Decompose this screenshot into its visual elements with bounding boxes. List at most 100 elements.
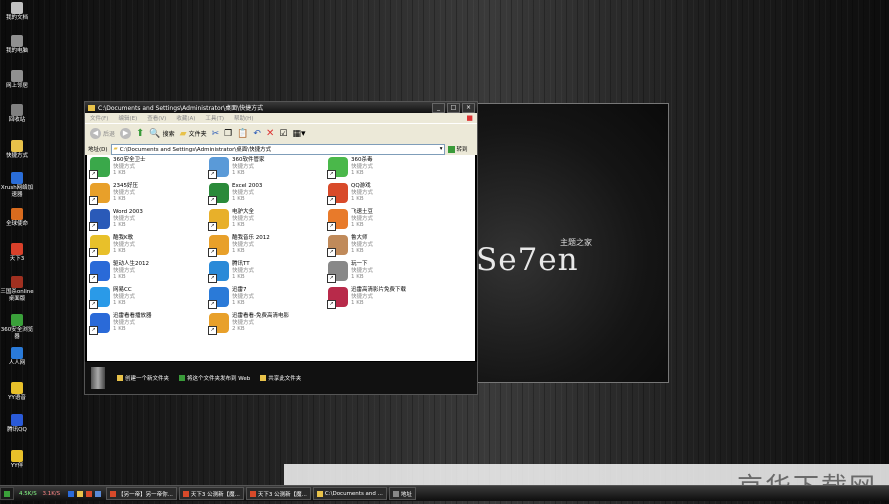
minimize-button[interactable]: _ (432, 102, 445, 113)
file-item[interactable]: ↗ 迅雷7 快捷方式 1 KB (208, 287, 324, 313)
desktop-icon[interactable]: 网上邻居 (0, 70, 34, 90)
file-item[interactable]: ↗ 迅雷看看-免费高清电影 快捷方式 2 KB (208, 313, 324, 339)
file-item[interactable]: ↗ 360软件管家 快捷方式 1 KB (208, 157, 324, 183)
address-field[interactable]: ▰ C:\Documents and Settings\Administrato… (110, 143, 445, 155)
desktop-icon-label: 腾讯QQ (7, 427, 27, 433)
explorer-window[interactable]: C:\Documents and Settings\Administrator\… (84, 101, 478, 395)
file-item[interactable]: ↗ Excel 2003 快捷方式 1 KB (208, 183, 324, 209)
window-titlebar[interactable]: C:\Documents and Settings\Administrator\… (85, 102, 477, 113)
desktop-icon[interactable]: Xrush网络加速器 (0, 172, 34, 198)
file-item[interactable]: ↗ 360安全卫士 快捷方式 1 KB (89, 157, 205, 183)
delete-icon[interactable]: ✕ (266, 128, 274, 139)
file-item[interactable]: ↗ 网易CC 快捷方式 1 KB (89, 287, 205, 313)
file-item[interactable]: ↗ 迅雷高清影片免费下载 快捷方式 1 KB (327, 287, 443, 313)
desktop-icon[interactable] (95, 490, 102, 497)
file-size: 1 KB (351, 170, 364, 176)
taskbar-item[interactable]: 天下3 公测新【魔... (178, 487, 244, 500)
menu-edit[interactable]: 编辑(E) (118, 114, 137, 122)
desktop-icon[interactable]: 全球使命 (0, 208, 34, 228)
task-new-folder[interactable]: 创建一个新文件夹 (117, 374, 169, 382)
desktop-icon-label: 我的文档 (5, 15, 28, 21)
shortcut-arrow-icon: ↗ (208, 300, 217, 309)
desktop-icon-label: YY伴 (10, 463, 24, 469)
task-share-folder[interactable]: 共享此文件夹 (260, 374, 301, 382)
file-item[interactable]: ↗ 迅雷看看播放器 快捷方式 1 KB (89, 313, 205, 339)
address-label: 地址(D) (88, 147, 108, 153)
file-item[interactable]: ↗ Word 2003 快捷方式 1 KB (89, 209, 205, 235)
globe-icon (179, 375, 186, 381)
menu-help[interactable]: 帮助(H) (234, 114, 253, 122)
file-list: ↗ 360安全卫士 快捷方式 1 KB ↗ 360软件管家 快捷方式 1 KB ↗ 360杀毒 快捷… (87, 155, 475, 361)
desktop-icon-label: YY语音 (8, 395, 26, 401)
folder-icon[interactable] (77, 490, 84, 497)
desktop-icon[interactable]: 三国杀online桌面版 (0, 276, 34, 302)
file-size: 1 KB (351, 274, 364, 280)
paste-icon[interactable]: 📋 (237, 129, 248, 139)
desktop-icon[interactable]: 我的电脑 (0, 35, 34, 55)
file-size: 1 KB (232, 300, 245, 306)
desktop-icon[interactable]: 腾讯QQ (0, 414, 34, 434)
folders-button[interactable]: ▰ 文件夹 (180, 129, 207, 139)
cut-icon[interactable]: ✂ (212, 129, 220, 139)
dropdown-icon[interactable]: ▾ (440, 146, 443, 152)
file-item[interactable]: ↗ 360杀毒 快捷方式 1 KB (327, 157, 443, 183)
shortcut-arrow-icon: ↗ (89, 300, 98, 309)
search-button[interactable]: 🔍 搜索 (149, 129, 174, 139)
file-name: 360杀毒 (351, 157, 373, 163)
maximize-button[interactable]: □ (447, 102, 460, 113)
folder-icon (11, 140, 23, 152)
forward-button[interactable]: ▶ (120, 128, 132, 139)
menu-tools[interactable]: 工具(T) (205, 114, 224, 122)
yy-icon (11, 450, 23, 462)
taskbar-item[interactable]: 天下3 公测新【魔... (245, 487, 311, 500)
desktop-icon[interactable]: 人人网 (0, 347, 34, 367)
file-item[interactable]: ↗ 2345好压 快捷方式 1 KB (89, 183, 205, 209)
desktop-icon[interactable]: YY伴 (0, 450, 34, 470)
player-icon[interactable] (86, 490, 93, 497)
ie-icon[interactable] (68, 490, 75, 497)
file-item[interactable]: ↗ 玩一下 快捷方式 1 KB (327, 261, 443, 287)
desktop-icon[interactable]: 天下3 (0, 243, 34, 263)
desktop-icon-label: Xrush网络加速器 (0, 185, 34, 198)
file-item[interactable]: ↗ 酷我音乐 2012 快捷方式 1 KB (208, 235, 324, 261)
desktop-icon[interactable]: 快捷方式 (0, 140, 34, 160)
start-button[interactable] (0, 487, 14, 500)
taskbar-item[interactable]: 地址 (388, 487, 416, 500)
task-publish-web[interactable]: 将这个文件夹发布到 Web (179, 374, 250, 382)
views-icon[interactable]: ▦▾ (292, 129, 305, 139)
desktop-icon[interactable]: 360安全浏览器 (0, 314, 34, 340)
file-size: 1 KB (113, 300, 126, 306)
file-item[interactable]: ↗ 飞速土豆 快捷方式 1 KB (327, 209, 443, 235)
menu-favorites[interactable]: 收藏(A) (176, 114, 195, 122)
file-item[interactable]: ↗ 电驴大全 快捷方式 1 KB (208, 209, 324, 235)
file-item[interactable]: ↗ QQ游戏 快捷方式 1 KB (327, 183, 443, 209)
copy-icon[interactable]: ❐ (224, 129, 232, 139)
search-icon: 🔍 (149, 128, 161, 139)
shortcut-arrow-icon: ↗ (208, 248, 217, 257)
file-item[interactable]: ↗ 鲁大师 快捷方式 1 KB (327, 235, 443, 261)
close-button[interactable]: × (462, 102, 475, 113)
desktop-icon[interactable]: 回收站 (0, 104, 34, 124)
file-item[interactable]: ↗ 驱动人生2012 快捷方式 1 KB (89, 261, 205, 287)
undo-icon[interactable]: ↶ (253, 129, 261, 139)
shortcut-arrow-icon: ↗ (327, 196, 336, 205)
desktop-icon[interactable]: YY语音 (0, 382, 34, 402)
taskbar-item[interactable]: 【另一帝】另一帝你... (106, 487, 177, 500)
file-size: 1 KB (351, 248, 364, 254)
file-item[interactable]: ↗ 腾讯TT 快捷方式 1 KB (208, 261, 324, 287)
up-button[interactable]: ⬆ (136, 128, 144, 139)
file-name: Excel 2003 (232, 183, 263, 189)
desktop-icon[interactable]: 我的文档 (0, 2, 34, 22)
menu-file[interactable]: 文件(F) (90, 114, 108, 122)
go-button[interactable]: 转到 (447, 145, 468, 153)
taskbar-item[interactable]: C:\Documents and ... (312, 487, 387, 500)
file-name: QQ游戏 (351, 183, 371, 189)
properties-icon[interactable]: ☑ (279, 129, 287, 139)
file-item[interactable]: ↗ 酷我K歌 快捷方式 1 KB (89, 235, 205, 261)
file-name: 酷我音乐 2012 (232, 235, 270, 241)
back-button[interactable]: ◀ 后退 (90, 128, 115, 139)
menu-view[interactable]: 查看(V) (147, 114, 166, 122)
desktop-icon-label: 360安全浏览器 (0, 327, 34, 340)
file-size: 1 KB (232, 248, 245, 254)
folder-icon (117, 375, 123, 381)
